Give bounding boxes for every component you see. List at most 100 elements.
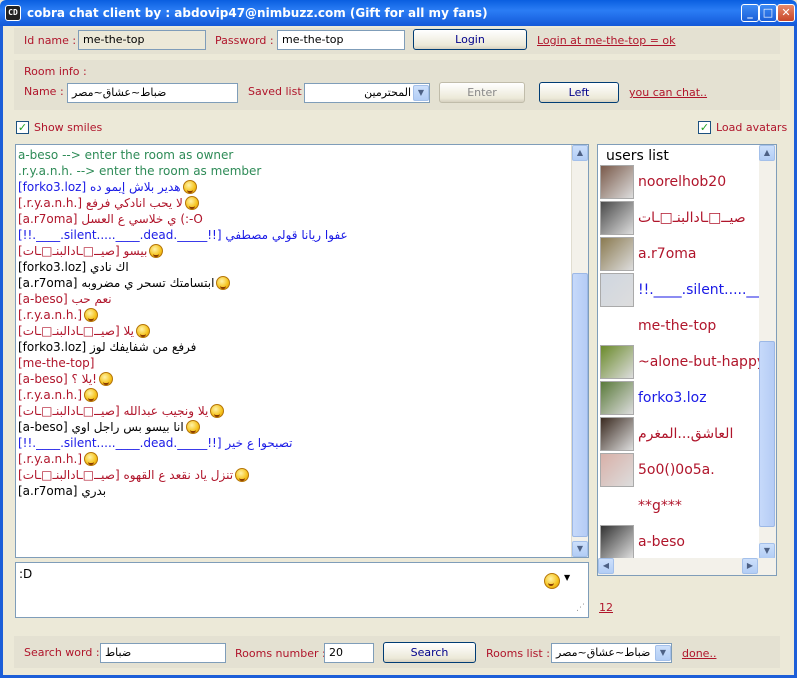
- message-input[interactable]: :D ▼ ⋰: [15, 562, 589, 618]
- users-scroll-right-icon[interactable]: ▶: [742, 558, 758, 574]
- saved-list-value: المحترمين: [364, 86, 411, 99]
- rooms-list-select[interactable]: ضباط~عشاق~مصر: [551, 643, 672, 663]
- chat-message-text: [صيــ□ـادالبنـ□ـات] يلا: [18, 324, 134, 338]
- room-name-input[interactable]: ضباط~عشاق~مصر: [67, 83, 238, 103]
- chat-scrollbar[interactable]: ▲ ▼: [571, 145, 588, 557]
- user-item[interactable]: forko3.loz: [600, 381, 707, 415]
- rooms-list-dropdown-icon[interactable]: ▼: [655, 645, 671, 661]
- chat-message-text: [a.r7oma] بدري: [18, 484, 107, 498]
- chat-message-text: [a-beso] يلا ؟!: [18, 372, 97, 386]
- chat-message: [.r.y.a.n.h.]: [16, 387, 572, 403]
- user-item[interactable]: a.r7oma: [600, 237, 696, 271]
- smiley-picker-icon[interactable]: [544, 573, 560, 589]
- show-smiles-checkbox[interactable]: ✓ Show smiles: [16, 121, 102, 134]
- users-scroll-left-icon[interactable]: ◀: [598, 558, 614, 574]
- users-hscrollbar[interactable]: ◀ ▶: [598, 558, 776, 575]
- chat-message: [.r.y.a.n.h.] لا يحب انادكي فرفع: [16, 195, 572, 211]
- user-item[interactable]: **g***: [600, 489, 682, 523]
- enter-button[interactable]: Enter: [439, 82, 525, 103]
- user-item[interactable]: صيــ□ـادالبنـ□ـات: [600, 201, 746, 235]
- user-item[interactable]: me-the-top: [600, 309, 716, 343]
- user-item[interactable]: ~alone-but-happy~: [600, 345, 777, 379]
- chat-message-text: [صيــ□ـادالبنـ□ـات] بيسو: [18, 244, 148, 258]
- users-scroll-down-icon[interactable]: ▼: [759, 543, 775, 559]
- search-button[interactable]: Search: [383, 642, 476, 663]
- title-bar[interactable]: CD cobra chat client by : abdovip47@nimb…: [0, 0, 797, 26]
- users-list[interactable]: users list noorelhob20 صيــ□ـادالبنـ□ـات a…: [597, 144, 777, 576]
- chat-message-text: [.r.y.a.n.h.]: [18, 452, 83, 466]
- avatar: [600, 489, 634, 523]
- scroll-thumb[interactable]: [572, 273, 588, 537]
- minimize-button[interactable]: _: [741, 4, 759, 22]
- chat-message: [!!.____.silent.....____.dead._____!!] ع…: [16, 227, 572, 243]
- chat-message: .r.y.a.n.h. --> enter the room as member: [16, 163, 572, 179]
- resize-grip-icon[interactable]: ⋰: [576, 603, 585, 613]
- id-input[interactable]: me-the-top: [78, 30, 206, 50]
- chat-message: [صيــ□ـادالبنـ□ـات] بيسو: [16, 243, 572, 259]
- chat-message-text: [.r.y.a.n.h.]: [18, 388, 83, 402]
- smiley-icon: [235, 468, 250, 482]
- user-name: صيــ□ـادالبنـ□ـات: [638, 210, 746, 226]
- saved-list-dropdown-icon[interactable]: ▼: [413, 85, 429, 101]
- chat-message-text: .r.y.a.n.h. --> enter the room as member: [18, 164, 262, 178]
- maximize-button[interactable]: □: [759, 4, 777, 22]
- users-scrollbar[interactable]: ▲ ▼: [759, 145, 776, 559]
- avatar: [600, 345, 634, 379]
- left-button[interactable]: Left: [539, 82, 619, 103]
- search-word-input[interactable]: ضباط: [100, 643, 226, 663]
- password-input[interactable]: me-the-top: [277, 30, 405, 50]
- smiley-icon: [84, 452, 99, 466]
- load-avatars-checkbox[interactable]: ✓ Load avatars: [698, 121, 787, 134]
- chat-message-text: [a.r7oma] ي خلاسي ع العسل (:-O: [18, 212, 203, 226]
- chat-message-text: [!!.____.silent.....____.dead._____!!] ت…: [18, 436, 293, 450]
- scroll-down-icon[interactable]: ▼: [572, 541, 588, 557]
- window-title: cobra chat client by : abdovip47@nimbuzz…: [27, 6, 488, 20]
- app-icon: CD: [5, 5, 21, 21]
- user-item[interactable]: !!.____.silent.....____.d: [600, 273, 776, 307]
- room-name-label: Name :: [24, 85, 64, 98]
- check-icon: ✓: [16, 121, 29, 134]
- user-name: noorelhob20: [638, 174, 727, 190]
- chat-message-text: [صيــ□ـادالبنـ□ـات] يلا ونجيب عبدالله: [18, 404, 209, 418]
- chat-message: [صيــ□ـادالبنـ□ـات] يلا: [16, 323, 572, 339]
- chat-message: [.r.y.a.n.h.]: [16, 451, 572, 467]
- room-info-label: Room info :: [24, 65, 87, 78]
- users-scroll-up-icon[interactable]: ▲: [759, 145, 775, 161]
- scroll-up-icon[interactable]: ▲: [572, 145, 588, 161]
- smiley-icon: [182, 180, 197, 194]
- smiley-icon: [84, 308, 99, 322]
- chat-message-text: [forko3.loz] فرفع من شفايفك لوز: [18, 340, 197, 354]
- saved-list-select[interactable]: المحترمين: [304, 83, 430, 103]
- user-item[interactable]: 5o0()0o5a.: [600, 453, 715, 487]
- smiley-icon: [84, 388, 99, 402]
- chat-message-text: [a-beso] نعم حب: [18, 292, 112, 306]
- users-list-header: users list: [606, 148, 669, 164]
- saved-list-label: Saved list :: [248, 85, 309, 98]
- search-word-label: Search word :: [24, 646, 100, 659]
- message-input-value: :D: [19, 567, 33, 581]
- chat-message-text: [forko3.loz] اك نادي: [18, 260, 129, 274]
- user-item[interactable]: a-beso: [600, 525, 685, 559]
- rooms-number-input[interactable]: 20: [324, 643, 374, 663]
- chat-log[interactable]: a-beso --> enter the room as owner .r.y.a…: [15, 144, 589, 558]
- smiley-dropdown-icon[interactable]: ▼: [564, 573, 570, 582]
- chat-message: [forko3.loz] اك نادي: [16, 259, 572, 275]
- chat-message: [a-beso] يلا ؟!: [16, 371, 572, 387]
- avatar: [600, 525, 634, 559]
- user-name: me-the-top: [638, 318, 717, 334]
- login-status-link[interactable]: Login at me-the-top = ok: [537, 34, 676, 47]
- chat-message-text: [a-beso] انا بيسو بس راجل اوي: [18, 420, 184, 434]
- user-item[interactable]: العاشق...المغرم: [600, 417, 733, 451]
- user-name: ~alone-but-happy~: [638, 354, 777, 370]
- close-button[interactable]: ✕: [777, 4, 795, 22]
- rooms-number-label: Rooms number :: [235, 647, 326, 660]
- done-link[interactable]: done..: [682, 647, 716, 660]
- chat-status-link[interactable]: you can chat..: [629, 86, 707, 99]
- user-item[interactable]: noorelhob20: [600, 165, 726, 199]
- chat-message-text: a-beso --> enter the room as owner: [18, 148, 234, 162]
- chat-message: [a.r7oma] بدري: [16, 483, 572, 499]
- login-button[interactable]: Login: [413, 29, 527, 50]
- users-scroll-thumb[interactable]: [759, 341, 775, 527]
- chat-message-text: [a.r7oma] ابتسامتك تسحر ي مضروبه: [18, 276, 215, 290]
- user-name: 5o0()0o5a.: [638, 462, 715, 478]
